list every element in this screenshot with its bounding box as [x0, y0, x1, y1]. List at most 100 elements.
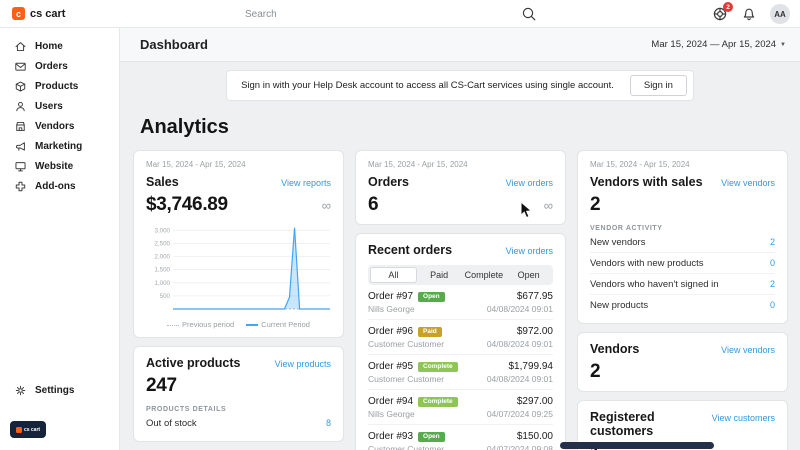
view-vendors-link[interactable]: View vendors — [721, 345, 775, 355]
sidebar-item-website[interactable]: Website — [0, 156, 119, 176]
order-id[interactable]: Order #95 — [368, 361, 413, 372]
sidebar-item-users[interactable]: Users — [0, 96, 119, 116]
sidebar-item-orders[interactable]: Orders — [0, 56, 119, 76]
kv-label: Vendors with new products — [590, 258, 704, 269]
tab-paid[interactable]: Paid — [417, 267, 462, 283]
logo-icon — [16, 427, 22, 433]
storefront-icon — [14, 120, 27, 133]
person-icon — [14, 100, 27, 113]
order-id[interactable]: Order #97 — [368, 291, 413, 302]
tab-complete[interactable]: Complete — [462, 267, 507, 283]
tab-all[interactable]: All — [370, 267, 417, 283]
horizontal-scrollbar-thumb[interactable] — [560, 442, 714, 449]
svg-text:2,500: 2,500 — [155, 240, 171, 247]
legend-current-label: Current Period — [261, 320, 310, 329]
sidebar-item-products[interactable]: Products — [0, 76, 119, 96]
infinity-icon: ∞ — [322, 198, 331, 213]
global-search — [245, 0, 537, 28]
app-logo[interactable]: c cs cart — [12, 7, 65, 20]
out-of-stock-count-link[interactable]: 8 — [326, 418, 331, 428]
helpdesk-banner: Sign in with your Help Desk account to a… — [226, 70, 694, 101]
view-vendors-link[interactable]: View vendors — [721, 178, 775, 188]
order-id[interactable]: Order #94 — [368, 396, 413, 407]
order-customer: Nills George — [368, 409, 415, 419]
order-date: 04/07/2024 09:25 — [487, 409, 553, 419]
view-orders-link[interactable]: View orders — [506, 246, 553, 256]
order-id[interactable]: Order #93 — [368, 431, 413, 442]
kv-label: New products — [590, 300, 648, 311]
products-details-label: PRODUCTS DETAILS — [146, 406, 331, 413]
order-total: $972.00 — [517, 326, 553, 337]
page-header: Dashboard Mar 15, 2024 — Apr 15, 2024 ▼ — [120, 28, 800, 62]
vendors-value: 2 — [590, 361, 600, 383]
chart-legend: Previous period Current Period — [146, 320, 331, 329]
order-date: 04/08/2024 09:01 — [487, 374, 553, 384]
orders-card: Mar 15, 2024 - Apr 15, 2024 Orders View … — [355, 150, 566, 225]
sidebar-brand-badge: cs cart — [10, 421, 46, 438]
search-icon[interactable] — [521, 6, 537, 22]
logo-text: cs cart — [30, 8, 65, 20]
new-vendors-count-link[interactable]: 2 — [770, 237, 775, 247]
sidebar-item-label: Website — [35, 161, 73, 172]
order-row[interactable]: Order #93 Open $150.00 Customer Customer… — [368, 425, 553, 450]
puzzle-icon — [14, 180, 27, 193]
vendors-not-signed-in-count-link[interactable]: 2 — [770, 279, 775, 289]
view-reports-link[interactable]: View reports — [281, 178, 331, 188]
sidebar: Home Orders Products Users Vendors Marke… — [0, 28, 120, 450]
vendors-card: Vendors View vendors 2 — [577, 332, 788, 392]
card-date-range: Mar 15, 2024 - Apr 15, 2024 — [146, 160, 331, 169]
bell-icon[interactable] — [741, 6, 757, 22]
svg-text:500: 500 — [160, 293, 171, 300]
support-icon[interactable]: 2 — [712, 6, 728, 22]
status-badge: Open — [418, 432, 445, 442]
date-range-value: Mar 15, 2024 — Apr 15, 2024 — [651, 39, 776, 50]
brand-text: cs cart — [24, 427, 40, 433]
sidebar-item-home[interactable]: Home — [0, 36, 119, 56]
sidebar-item-label: Orders — [35, 61, 68, 72]
sidebar-item-label: Products — [35, 81, 78, 92]
svg-text:1,500: 1,500 — [155, 267, 171, 274]
sidebar-item-vendors[interactable]: Vendors — [0, 116, 119, 136]
sidebar-item-marketing[interactable]: Marketing — [0, 136, 119, 156]
order-row[interactable]: Order #94 Complete $297.00 Nills George … — [368, 390, 553, 425]
sidebar-item-settings[interactable]: Settings — [0, 380, 119, 400]
order-row[interactable]: Order #96 Paid $972.00 Customer Customer… — [368, 320, 553, 355]
banner-text: Sign in with your Help Desk account to a… — [241, 80, 614, 91]
order-customer: Customer Customer — [368, 444, 444, 450]
recent-orders-title: Recent orders — [368, 243, 452, 257]
sidebar-item-addons[interactable]: Add-ons — [0, 176, 119, 196]
view-products-link[interactable]: View products — [275, 359, 331, 369]
order-customer: Nills George — [368, 304, 415, 314]
sign-in-button[interactable]: Sign in — [630, 75, 687, 96]
vendor-activity-row: Vendors with new products 0 — [590, 253, 775, 274]
vendor-activity-row: Vendors who haven't signed in 2 — [590, 274, 775, 295]
order-row[interactable]: Order #95 Complete $1,799.94 Customer Cu… — [368, 355, 553, 390]
vendors-with-sales-title: Vendors with sales — [590, 175, 703, 189]
view-customers-link[interactable]: View customers — [712, 413, 775, 423]
sidebar-item-label: Add-ons — [35, 181, 76, 192]
new-products-count-link[interactable]: 0 — [770, 300, 775, 310]
sidebar-item-label: Marketing — [35, 141, 82, 152]
order-total: $1,799.94 — [509, 361, 554, 372]
order-status-tabs: All Paid Complete Open — [368, 265, 553, 285]
box-icon — [14, 80, 27, 93]
vendor-activity-row: New products 0 — [590, 295, 775, 315]
date-range-picker[interactable]: Mar 15, 2024 — Apr 15, 2024 ▼ — [651, 39, 786, 50]
view-orders-link[interactable]: View orders — [506, 178, 553, 188]
order-customer: Customer Customer — [368, 374, 444, 384]
search-input[interactable] — [245, 9, 521, 20]
tab-open[interactable]: Open — [506, 267, 551, 283]
monitor-icon — [14, 160, 27, 173]
vendor-activity-row: New vendors 2 — [590, 232, 775, 253]
sidebar-item-label: Users — [35, 101, 63, 112]
vendors-new-products-count-link[interactable]: 0 — [770, 258, 775, 268]
order-row[interactable]: Order #97 Open $677.95 Nills George 04/0… — [368, 285, 553, 320]
kv-label: Vendors who haven't signed in — [590, 279, 719, 290]
vendor-activity-label: VENDOR ACTIVITY — [590, 225, 775, 232]
vendors-with-sales-card: Mar 15, 2024 - Apr 15, 2024 Vendors with… — [577, 150, 788, 324]
vendors-with-sales-value: 2 — [590, 194, 600, 216]
order-id[interactable]: Order #96 — [368, 326, 413, 337]
orders-value: 6 — [368, 194, 378, 216]
user-avatar[interactable]: AA — [770, 4, 790, 24]
megaphone-icon — [14, 140, 27, 153]
